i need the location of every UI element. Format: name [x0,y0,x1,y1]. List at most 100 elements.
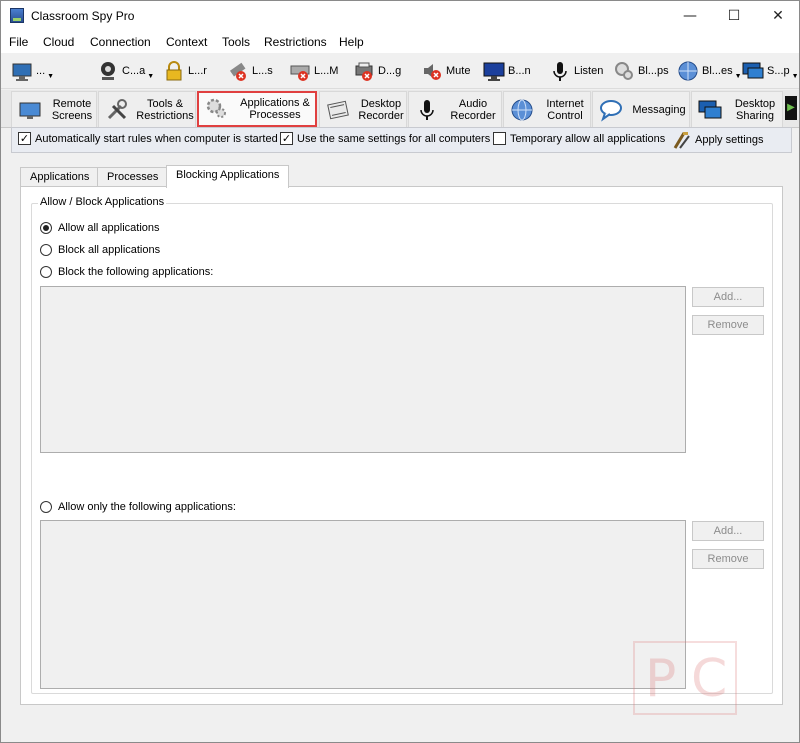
drive-block-icon [290,65,310,81]
tab-applications-processes[interactable]: Applications & Processes [197,91,317,127]
tab-audio-recorder[interactable]: Audio Recorder [408,91,502,127]
apply-settings-label: Apply settings [695,134,764,146]
tab-label-line2: Control [547,109,583,122]
menu-bar: File Cloud Connection Context Tools Rest… [1,31,799,53]
same-settings-checkbox[interactable]: ✓ [280,132,293,145]
toolbar-listen-button[interactable]: Listen [549,57,603,85]
menu-file[interactable]: File [9,35,28,49]
allow-list[interactable] [40,520,686,689]
toolbar-block-web-button[interactable]: Bl...es ▼ [677,57,742,85]
block-add-button[interactable]: Add... [692,287,764,307]
close-button[interactable]: ✕ [755,1,800,31]
tab-label-line1: Desktop [360,97,402,110]
block-remove-button[interactable]: Remove [692,315,764,335]
toolbar-camera-button[interactable]: C...a ▼ [97,57,154,85]
menu-tools[interactable]: Tools [222,35,250,49]
block-list[interactable] [40,286,686,453]
block-following-radio[interactable] [40,266,52,278]
tab-label-line1: Messaging [632,103,686,116]
dropdown-arrow-icon: ▼ [47,72,55,80]
toolbar-lock-button[interactable]: L...r [163,57,207,85]
auto-start-option[interactable]: ✓ Automatically start rules when compute… [18,132,278,145]
tab-desktop-recorder[interactable]: Desktop Recorder [319,91,407,127]
block-all-label: Block all applications [58,244,161,256]
allow-all-label: Allow all applications [58,222,160,234]
same-settings-label: Use the same settings for all computers [297,132,491,145]
toolbar-label: S...p [767,65,790,77]
screen-share-icon [742,62,764,79]
same-settings-option[interactable]: ✓ Use the same settings for all computer… [280,132,490,145]
toolbar-monitor-button[interactable]: ... ▼ [11,57,54,85]
tools-icon [107,98,127,119]
allow-only-option[interactable]: Allow only the following applications: [40,501,236,513]
toolbar-share-button[interactable]: S...p ▼ [742,57,799,85]
menu-help[interactable]: Help [339,35,364,49]
tab-desktop-sharing[interactable]: Desktop Sharing [691,91,783,127]
block-following-label: Block the following applications: [58,266,214,278]
block-apps-icon [615,62,633,80]
dropdown-arrow-icon: ▼ [791,72,799,80]
temp-allow-label: Temporary allow all applications [510,132,666,145]
tab-messaging[interactable]: Messaging [592,91,690,127]
toolbar-label: L...r [188,65,207,77]
options-bar: ✓ Automatically start rules when compute… [11,127,792,153]
film-icon [327,100,349,119]
toolbar-black-screen-button[interactable]: B...n [483,57,531,85]
main-tab-bar: Remote Screens Tools & Restrictions Applic… [1,90,799,128]
tab-label-line2: Restrictions [136,109,194,122]
toolbar-usb-button[interactable]: L...s [227,57,273,85]
tab-label-line2: Sharing [736,109,774,122]
tab-scroll-right-button[interactable]: ▶ [785,96,797,120]
app-window: Classroom Spy Pro — ☐ ✕ File Cloud Conne… [0,0,800,743]
apply-settings-button[interactable]: Apply settings [672,130,763,150]
toolbar-mute-button[interactable]: Mute [421,57,470,85]
menu-cloud[interactable]: Cloud [43,35,74,49]
title-bar: Classroom Spy Pro — ☐ ✕ [1,1,799,31]
toolbar-printer-button[interactable]: D...g [353,57,401,85]
block-following-option[interactable]: Block the following applications: [40,266,213,278]
tab-label-line1: Applications & [240,97,310,109]
lock-icon [166,61,182,81]
menu-connection[interactable]: Connection [90,35,151,49]
tab-label-line1: Internet [546,97,584,110]
subtab-applications[interactable]: Applications [20,167,100,187]
toolbar-label: Bl...ps [638,65,669,77]
speaker-mute-icon [424,64,441,80]
tab-label-line1: Tools & [146,97,184,110]
auto-start-checkbox[interactable]: ✓ [18,132,31,145]
minimize-button[interactable]: — [667,1,713,31]
temp-allow-option[interactable]: Temporary allow all applications [493,132,665,145]
allow-only-radio[interactable] [40,501,52,513]
allow-remove-button[interactable]: Remove [692,549,764,569]
microphone-icon [420,99,434,120]
toolbar-label: L...M [314,65,339,77]
tab-label-line2: Recorder [450,109,496,122]
globe-icon [511,99,533,120]
allow-all-option[interactable]: Allow all applications [40,222,160,234]
toolbar-block-apps-button[interactable]: Bl...ps [613,57,669,85]
microphone-icon [553,62,567,81]
window-title: Classroom Spy Pro [31,9,135,23]
toolbar-label: L...s [252,65,273,77]
allow-all-radio[interactable] [40,222,52,234]
dropdown-arrow-icon: ▼ [147,72,155,80]
block-all-option[interactable]: Block all applications [40,244,160,256]
menu-context[interactable]: Context [166,35,207,49]
maximize-button[interactable]: ☐ [711,1,757,31]
tab-internet-control[interactable]: Internet Control [503,91,591,127]
block-all-radio[interactable] [40,244,52,256]
menu-restrictions[interactable]: Restrictions [264,35,327,49]
dropdown-arrow-icon: ▼ [734,72,742,80]
subtab-blocking-applications[interactable]: Blocking Applications [166,165,290,188]
tab-tools-restrictions[interactable]: Tools & Restrictions [98,91,196,127]
tab-label-line2: Screens [51,109,93,122]
tab-label-line1: Desktop [734,97,776,110]
app-logo-icon [10,8,24,23]
usb-block-icon [229,62,246,81]
allow-add-button[interactable]: Add... [692,521,764,541]
toolbar-drive-button[interactable]: L...M [289,57,338,85]
temp-allow-checkbox[interactable] [493,132,506,145]
allow-block-group: Allow / Block Applications Allow all app… [31,196,773,694]
subtab-processes[interactable]: Processes [97,167,169,187]
tab-remote-screens[interactable]: Remote Screens [11,91,97,127]
